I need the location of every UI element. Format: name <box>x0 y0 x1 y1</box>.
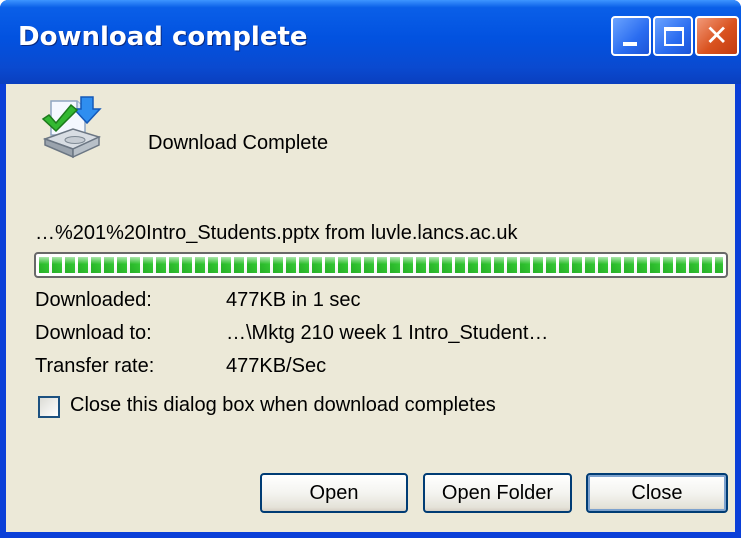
open-folder-button[interactable]: Open Folder <box>423 473 572 513</box>
close-window-button[interactable]: ✕ <box>695 16 739 56</box>
maximize-icon <box>664 27 684 46</box>
transfer-rate-value: 477KB/Sec <box>226 355 327 377</box>
close-icon: ✕ <box>705 19 729 52</box>
downloaded-label: Downloaded: <box>35 289 152 311</box>
maximize-button[interactable] <box>653 16 693 56</box>
progress-fill <box>39 257 723 273</box>
transfer-rate-label: Transfer rate: <box>35 355 155 377</box>
file-source-line: …%201%20Intro_Students.pptx from luvle.l… <box>35 222 518 244</box>
download-heading: Download Complete <box>148 132 329 154</box>
download-complete-icon <box>41 96 102 159</box>
minimize-button[interactable] <box>611 16 651 56</box>
close-button[interactable]: Close <box>586 473 728 513</box>
title-bar[interactable]: Download complete ✕ <box>0 0 741 84</box>
download-to-value: …\Mktg 210 week 1 Intro_Student… <box>226 322 549 344</box>
minimize-icon <box>623 42 637 46</box>
downloaded-value: 477KB in 1 sec <box>226 289 361 311</box>
dialog-body: Download Complete …%201%20Intro_Students… <box>6 84 735 532</box>
download-dialog-window: Download complete ✕ Download Complete …% <box>0 0 741 538</box>
close-when-complete-label[interactable]: Close this dialog box when download comp… <box>70 394 496 417</box>
open-button[interactable]: Open <box>260 473 408 513</box>
download-to-label: Download to: <box>35 322 152 344</box>
close-when-complete-checkbox[interactable] <box>38 396 60 418</box>
download-progress-bar <box>34 252 728 278</box>
window-title: Download complete <box>18 22 308 52</box>
